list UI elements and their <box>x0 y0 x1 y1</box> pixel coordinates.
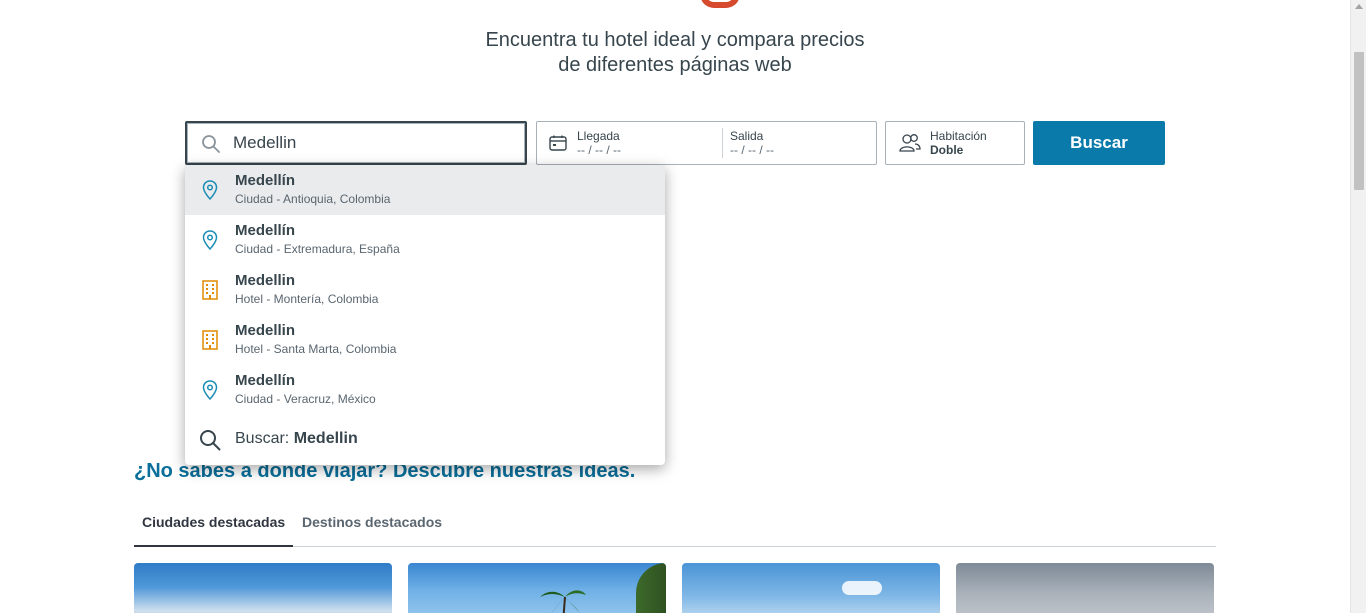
destination-search-box[interactable] <box>185 121 527 165</box>
suggestion-item[interactable]: Medellin Hotel - Santa Marta, Colombia <box>185 315 665 365</box>
suggestion-detail: Ciudad - Veracruz, México <box>235 392 376 406</box>
destination-card[interactable] <box>956 563 1214 613</box>
destination-card[interactable] <box>682 563 940 613</box>
suggestion-detail: Ciudad - Antioquia, Colombia <box>235 192 391 206</box>
room-selector[interactable]: Habitación Doble <box>885 121 1025 165</box>
arrival-label: Llegada <box>577 129 620 143</box>
search-all-query: Medellin <box>293 430 358 447</box>
search-icon <box>202 135 220 153</box>
scroll-thumb[interactable] <box>1354 52 1364 190</box>
destination-input[interactable] <box>233 123 513 163</box>
room-value: Doble <box>930 143 964 157</box>
vertical-scrollbar[interactable] <box>1350 0 1366 613</box>
suggestion-name: Medellin <box>235 322 296 339</box>
dates-selector[interactable]: Llegada -- / -- / -- Salida -- / -- / -- <box>536 121 877 165</box>
room-text: Habitación Doble <box>930 129 987 157</box>
suggestion-detail: Ciudad - Extremadura, España <box>235 242 400 256</box>
calendar-icon <box>549 135 567 151</box>
tab-featured-cities[interactable]: Ciudades destacadas <box>134 505 294 547</box>
room-label: Habitación <box>930 129 987 143</box>
page: Encuentra tu hotel ideal y compara preci… <box>0 0 1366 613</box>
hill-image <box>636 563 666 613</box>
location-pin-icon <box>202 180 218 200</box>
search-all-text: Buscar: Medellin <box>235 430 358 448</box>
suggestion-item[interactable]: Medellin Hotel - Montería, Colombia <box>185 265 665 315</box>
ideas-tabs: Ciudades destacadas Destinos destacados <box>134 505 1216 547</box>
suggestion-name: Medellín <box>235 372 296 389</box>
location-pin-icon <box>202 380 218 400</box>
search-icon <box>200 430 221 451</box>
destination-card[interactable] <box>134 563 392 613</box>
search-all-suggestion[interactable]: Buscar: Medellin <box>185 415 665 465</box>
departure-value: -- / -- / -- <box>730 143 774 157</box>
departure-label: Salida <box>730 129 764 143</box>
cloud-image <box>842 581 882 595</box>
suggestion-detail: Hotel - Montería, Colombia <box>235 292 379 306</box>
suggestion-item[interactable]: Medellín Ciudad - Extremadura, España <box>185 215 665 265</box>
tagline-line-1: Encuentra tu hotel ideal y compara preci… <box>485 29 865 51</box>
search-button[interactable]: Buscar <box>1033 121 1165 165</box>
suggestion-detail: Hotel - Santa Marta, Colombia <box>235 342 397 356</box>
suggestions-dropdown: Medellín Ciudad - Antioquia, Colombia Me… <box>185 165 665 465</box>
suggestion-item[interactable]: Medellín Ciudad - Antioquia, Colombia <box>185 165 665 215</box>
suggestion-name: Medellin <box>235 272 296 289</box>
palm-tree-image <box>540 590 586 613</box>
logo-fragment <box>700 0 740 8</box>
search-all-prefix: Buscar: <box>235 430 290 447</box>
guests-icon <box>899 134 921 152</box>
hotel-building-icon <box>202 330 218 350</box>
scroll-up-arrow-icon[interactable] <box>1355 4 1363 9</box>
hotel-building-icon <box>202 280 218 300</box>
arrival-date[interactable]: Llegada -- / -- / -- <box>577 129 621 157</box>
suggestion-name: Medellín <box>235 222 296 239</box>
tab-featured-destinations[interactable]: Destinos destacados <box>294 505 450 547</box>
tagline-line-2: de diferentes páginas web <box>558 54 792 76</box>
destination-card[interactable] <box>408 563 666 613</box>
location-pin-icon <box>202 230 218 250</box>
suggestion-name: Medellín <box>235 172 296 189</box>
suggestion-item[interactable]: Medellín Ciudad - Veracruz, México <box>185 365 665 415</box>
date-divider <box>722 128 723 158</box>
arrival-value: -- / -- / -- <box>577 143 621 157</box>
departure-date[interactable]: Salida -- / -- / -- <box>730 129 774 157</box>
